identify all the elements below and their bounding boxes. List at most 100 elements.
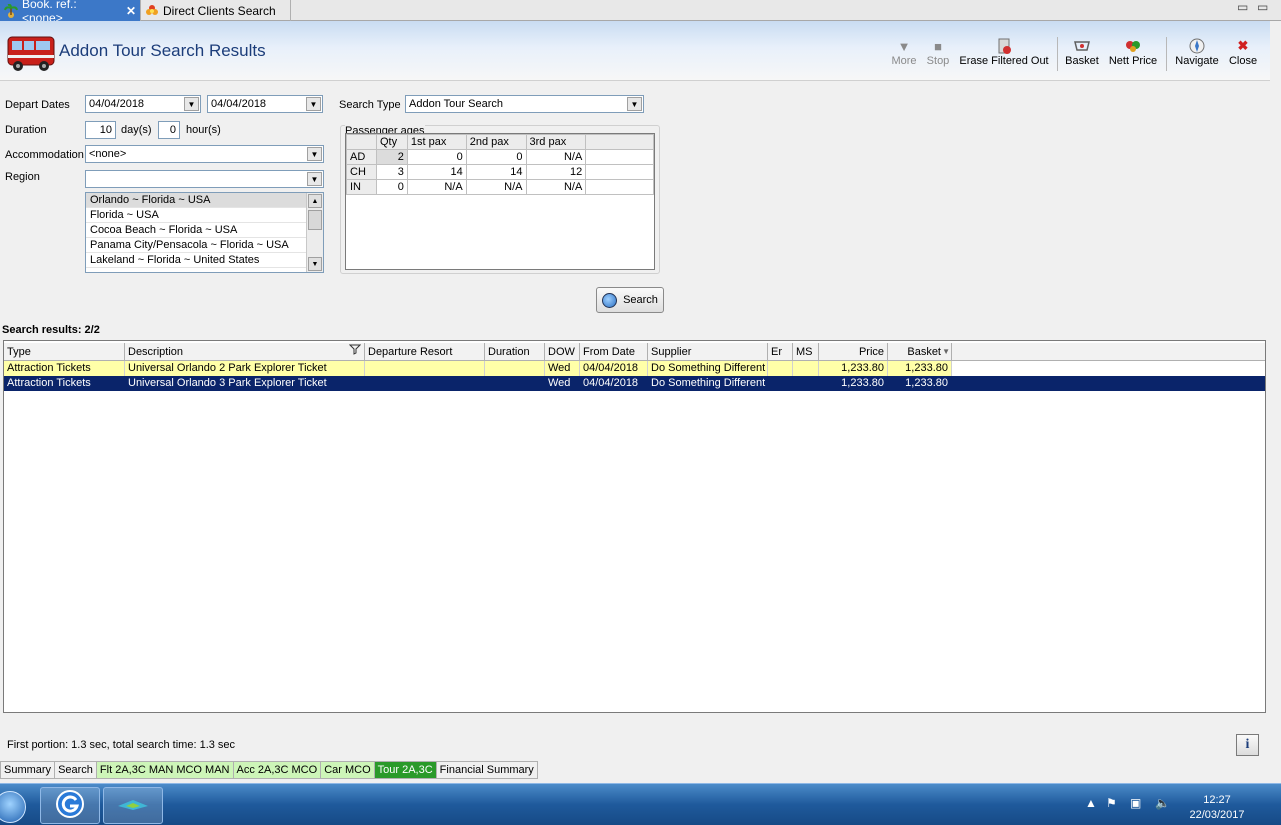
search-type-select[interactable]: Addon Tour Search ▼	[405, 95, 644, 113]
basket-button[interactable]: Basket	[1063, 37, 1101, 67]
cell-departure-resort	[365, 361, 485, 376]
pax-age-cell[interactable]: N/A	[465, 179, 527, 195]
tab-accommodation[interactable]: Acc 2A,3C MCO	[233, 761, 322, 779]
passenger-ages-table[interactable]: Qty 1st pax 2nd pax 3rd pax AD 2 0 0 N/A…	[345, 133, 655, 270]
scroll-up-icon[interactable]: ▲	[308, 194, 322, 208]
pax-qty-cell[interactable]: 2	[375, 149, 408, 165]
close-icon[interactable]: ✕	[126, 4, 136, 18]
depart-dates-label: Depart Dates	[5, 99, 70, 111]
tab-direct-clients-search[interactable]: Direct Clients Search	[141, 0, 291, 21]
duration-days-field[interactable]: 10	[85, 121, 116, 139]
list-item[interactable]: Orlando ~ Florida ~ USA	[86, 193, 307, 208]
accommodation-select[interactable]: <none> ▼	[85, 145, 324, 163]
scroll-down-icon[interactable]: ▼	[308, 257, 322, 271]
chevron-down-icon[interactable]: ▼	[306, 97, 321, 111]
tab-direct-clients-search-label: Direct Clients Search	[163, 3, 276, 18]
pax-age-cell[interactable]: N/A	[525, 179, 587, 195]
pax-age-cell[interactable]: 0	[406, 149, 467, 165]
restore-icon[interactable]: ▭	[1257, 0, 1268, 14]
search-button[interactable]: Search	[596, 287, 664, 313]
pax-type-cell: CH	[346, 164, 377, 180]
info-button[interactable]: i	[1236, 734, 1259, 756]
list-item[interactable]: Lakeland ~ Florida ~ United States	[86, 253, 307, 268]
pax-age-cell[interactable]: 14	[406, 164, 467, 180]
pax-age-cell[interactable]: N/A	[525, 149, 587, 165]
column-header-dow[interactable]: DOW	[545, 343, 580, 361]
results-grid[interactable]: Type Description Departure Resort Durati…	[3, 340, 1266, 713]
table-header-row: Qty 1st pax 2nd pax 3rd pax	[346, 134, 654, 150]
column-header-from-date[interactable]: From Date	[580, 343, 648, 361]
cell-description: Universal Orlando 2 Park Explorer Ticket	[125, 361, 365, 376]
navigate-button[interactable]: Navigate	[1172, 37, 1222, 67]
palm-tree-icon	[4, 3, 18, 18]
cell-supplier: Do Something Different	[648, 376, 768, 391]
action-center-flag-icon[interactable]: ⚑	[1106, 796, 1117, 810]
list-item[interactable]: Florida ~ USA	[86, 208, 307, 223]
cell-er	[768, 376, 793, 391]
nett-price-button[interactable]: Nett Price	[1107, 37, 1159, 67]
tab-search[interactable]: Search	[55, 761, 97, 779]
taskbar-app-travel[interactable]	[103, 787, 163, 824]
chevron-down-icon[interactable]: ▼	[307, 147, 322, 161]
table-row[interactable]: Attraction Tickets Universal Orlando 2 P…	[4, 361, 1265, 376]
column-header-price[interactable]: Price	[819, 343, 888, 361]
tab-flight[interactable]: Flt 2A,3C MAN MCO MAN	[96, 761, 234, 779]
region-label: Region	[5, 171, 40, 183]
column-header-description[interactable]: Description	[125, 343, 365, 361]
column-header-basket[interactable]: Basket ▼	[888, 343, 952, 361]
tab-financial-summary[interactable]: Financial Summary	[436, 761, 538, 779]
duration-hours-field[interactable]: 0	[158, 121, 180, 139]
column-header-departure-resort[interactable]: Departure Resort	[365, 343, 485, 361]
tab-car[interactable]: Car MCO	[321, 761, 375, 779]
list-item[interactable]: Panama City/Pensacola ~ Florida ~ USA	[86, 238, 307, 253]
volume-icon[interactable]: 🔈	[1155, 796, 1170, 810]
tray-expand-icon[interactable]: ▲	[1085, 796, 1097, 810]
region-list-scrollbar[interactable]: ▲ ▼	[306, 193, 323, 272]
clock-time: 12:27	[1203, 794, 1231, 806]
column-header-er[interactable]: Er	[768, 343, 793, 361]
pax-qty-cell[interactable]: 3	[375, 164, 408, 180]
list-item[interactable]: Cocoa Beach ~ Florida ~ USA	[86, 223, 307, 238]
filter-icon[interactable]	[348, 343, 362, 361]
table-row[interactable]: AD 2 0 0 N/A	[346, 149, 654, 165]
depart-from-field[interactable]: 04/04/2018 ▼	[85, 95, 201, 113]
erase-filtered-out-button[interactable]: Erase Filtered Out	[958, 37, 1050, 67]
column-header-supplier[interactable]: Supplier	[648, 343, 768, 361]
network-icon[interactable]: ▣	[1130, 796, 1141, 810]
depart-to-field[interactable]: 04/04/2018 ▼	[207, 95, 323, 113]
more-button[interactable]: ▼ More	[890, 37, 918, 68]
cell-type: Attraction Tickets	[4, 376, 125, 391]
pax-age-cell[interactable]: 0	[465, 149, 527, 165]
tab-booking[interactable]: Book. ref.: <none> ✕	[0, 0, 141, 25]
search-type-value: Addon Tour Search	[409, 98, 503, 110]
table-row-selected[interactable]: Attraction Tickets Universal Orlando 3 P…	[4, 376, 1265, 391]
system-clock[interactable]: 12:27 22/03/2017	[1186, 793, 1248, 823]
pax-age-cell[interactable]: 12	[525, 164, 587, 180]
chevron-down-icon[interactable]: ▼	[307, 172, 322, 186]
chevron-down-icon[interactable]: ▼	[627, 97, 642, 111]
column-header: 3rd pax	[525, 134, 587, 150]
basket-button-label: Basket	[1065, 55, 1099, 67]
table-row[interactable]: CH 3 14 14 12	[346, 164, 654, 180]
table-row[interactable]: IN 0 N/A N/A N/A	[346, 179, 654, 195]
pax-age-cell[interactable]: N/A	[406, 179, 467, 195]
days-unit-label: day(s)	[121, 124, 152, 136]
search-type-label: Search Type	[339, 99, 401, 111]
chevron-down-icon[interactable]: ▼	[184, 97, 199, 111]
taskbar-app-chrome[interactable]	[40, 787, 100, 824]
column-header-type[interactable]: Type	[4, 343, 125, 361]
scroll-thumb[interactable]	[308, 210, 322, 230]
search-time-status: First portion: 1.3 sec, total search tim…	[7, 739, 236, 751]
column-header-ms[interactable]: MS	[793, 343, 819, 361]
close-button[interactable]: ✖ Close	[1228, 37, 1258, 67]
region-list[interactable]: Orlando ~ Florida ~ USA Florida ~ USA Co…	[85, 192, 324, 273]
stop-button[interactable]: ■ Stop	[925, 37, 951, 68]
region-select[interactable]: ▼	[85, 170, 324, 188]
tab-tour[interactable]: Tour 2A,3C	[374, 761, 437, 779]
minimize-icon[interactable]: ▭	[1237, 0, 1248, 14]
start-button[interactable]	[0, 787, 36, 825]
pax-qty-cell[interactable]: 0	[375, 179, 408, 195]
tab-summary[interactable]: Summary	[0, 761, 56, 779]
column-header-duration[interactable]: Duration	[485, 343, 545, 361]
pax-age-cell[interactable]: 14	[465, 164, 527, 180]
